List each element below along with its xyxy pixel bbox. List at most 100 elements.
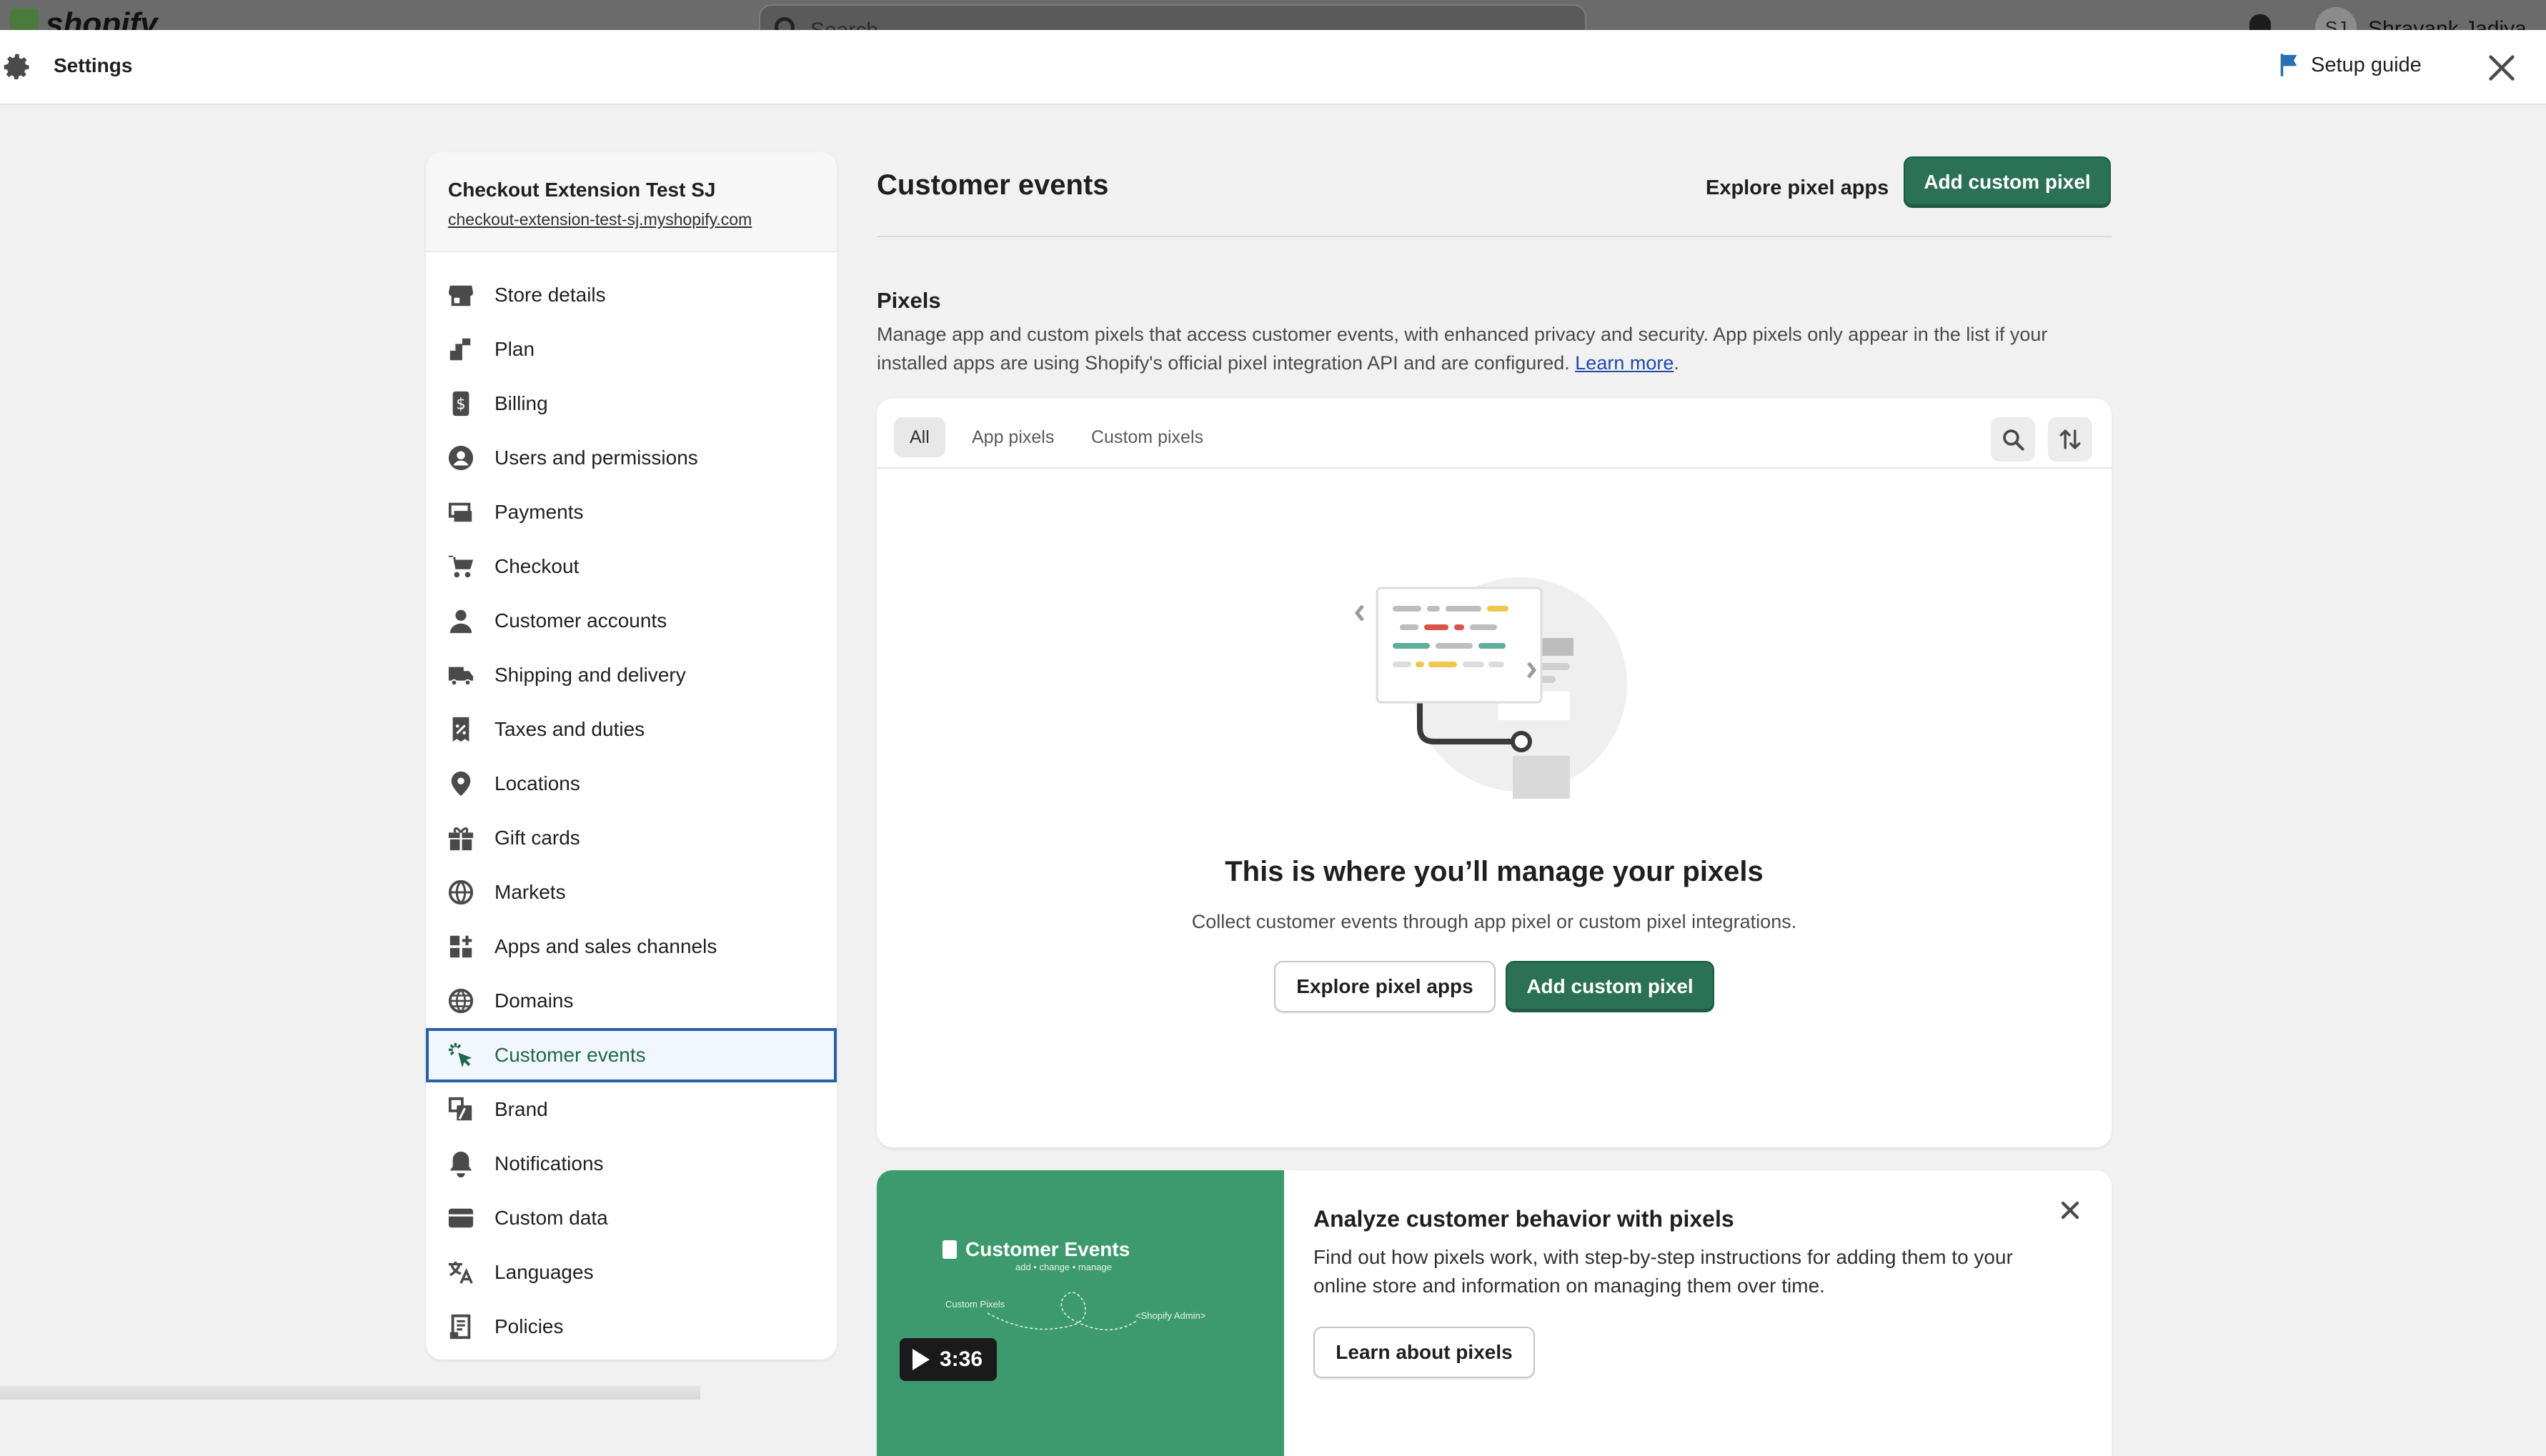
video-thumbnail[interactable]: Customer Events add • change • manage Cu…: [877, 1170, 1284, 1456]
shopify-topbar: shopify Search SJ Shravank Jadiya: [0, 0, 2546, 30]
empty-state-title: This is where you’ll manage your pixels: [1225, 856, 1764, 887]
learn-about-pixels-button[interactable]: Learn about pixels: [1313, 1327, 1535, 1378]
sidebar-item-checkout[interactable]: Checkout: [426, 539, 837, 594]
play-video-button[interactable]: 3:36: [900, 1338, 997, 1381]
store-domain-link[interactable]: checkout-extension-test-sj.myshopify.com: [448, 210, 837, 229]
sidebar-item-label: Billing: [494, 392, 548, 414]
sidebar-item-label: Plan: [494, 338, 535, 360]
tab-app-pixels[interactable]: App pixels: [956, 417, 1070, 457]
avatar[interactable]: SJ: [2315, 7, 2357, 30]
brand-icon: [447, 1096, 474, 1123]
search-filter-button[interactable]: [1991, 417, 2035, 462]
pixels-description-text: Manage app and custom pixels that access…: [877, 324, 2048, 374]
sidebar-item-domains[interactable]: Domains: [426, 974, 837, 1028]
document-icon: [447, 1313, 474, 1340]
sidebar-item-customer-accounts[interactable]: Customer accounts: [426, 594, 837, 648]
divider: [877, 236, 2112, 237]
credit-card-icon: [447, 499, 474, 526]
sidebar-item-label: Languages: [494, 1261, 594, 1283]
shopify-logo-text: shopify: [46, 6, 158, 30]
sidebar-item-label: Users and permissions: [494, 447, 698, 469]
search-placeholder: Search: [810, 19, 878, 30]
filter-bar: All App pixels Custom pixels: [877, 399, 2112, 469]
sidebar-item-users-and-permissions[interactable]: Users and permissions: [426, 431, 837, 485]
sidebar-item-label: Apps and sales channels: [494, 935, 717, 957]
pixels-empty-illustration: [1354, 577, 1627, 799]
sidebar-item-label: Customer accounts: [494, 609, 667, 632]
sidebar-item-payments[interactable]: Payments: [426, 485, 837, 539]
cursor-click-icon: [447, 1042, 474, 1069]
sidebar-item-label: Custom data: [494, 1207, 608, 1229]
sort-button[interactable]: [2048, 417, 2092, 462]
period: .: [1674, 352, 1679, 374]
user-circle-icon: [447, 444, 474, 472]
sidebar-item-apps-and-sales-channels[interactable]: Apps and sales channels: [426, 919, 837, 974]
shopify-logo[interactable]: shopify: [10, 6, 157, 30]
add-custom-pixel-button[interactable]: Add custom pixel: [1904, 156, 2111, 208]
markets-globe-icon: [447, 879, 474, 906]
sidebar-item-label: Checkout: [494, 555, 580, 577]
tab-custom-pixels[interactable]: Custom pixels: [1075, 417, 1219, 457]
sidebar-item-markets[interactable]: Markets: [426, 865, 837, 919]
sidebar-item-label: Taxes and duties: [494, 718, 645, 740]
sidebar-item-plan[interactable]: Plan: [426, 322, 837, 377]
sidebar-item-gift-cards[interactable]: Gift cards: [426, 811, 837, 865]
explore-pixel-apps-button[interactable]: Explore pixel apps: [1691, 168, 1903, 209]
video-label-right: <Shopify Admin>: [1135, 1310, 1206, 1321]
learn-more-link[interactable]: Learn more: [1575, 352, 1674, 374]
sidebar-item-taxes-and-duties[interactable]: Taxes and duties: [426, 702, 837, 757]
setup-guide-label: Setup guide: [2311, 53, 2422, 76]
page-title: Customer events: [877, 169, 1109, 201]
sidebar-item-locations[interactable]: Locations: [426, 757, 837, 811]
tab-all[interactable]: All: [894, 417, 945, 457]
svg-text:$: $: [456, 396, 465, 413]
sort-arrows-icon: [2059, 429, 2081, 449]
sidebar-item-label: Policies: [494, 1315, 564, 1337]
globe-icon: [447, 987, 474, 1014]
sidebar-item-label: Markets: [494, 881, 566, 903]
global-search-input[interactable]: Search: [759, 4, 1586, 30]
video-duration: 3:36: [940, 1347, 983, 1371]
user-name[interactable]: Shravank Jadiya: [2368, 17, 2527, 30]
bell-icon[interactable]: [2249, 14, 2271, 30]
gift-icon: [447, 824, 474, 852]
sidebar-item-shipping-and-delivery[interactable]: Shipping and delivery: [426, 648, 837, 702]
bell-icon: [447, 1150, 474, 1177]
store-icon: [447, 281, 474, 309]
close-icon[interactable]: [2485, 51, 2518, 84]
flag-icon: [2280, 54, 2297, 76]
person-icon: [447, 607, 474, 634]
promo-card: Customer Events add • change • manage Cu…: [877, 1170, 2112, 1456]
settings-nav: Checkout Extension Test SJ checkout-exte…: [426, 152, 837, 1360]
sidebar-item-billing[interactable]: $ Billing: [426, 377, 837, 431]
sidebar-item-store-details[interactable]: Store details: [426, 268, 837, 322]
sidebar-item-policies[interactable]: Policies: [426, 1300, 837, 1354]
truck-icon: [447, 662, 474, 689]
pixels-card: All App pixels Custom pixels This is whe…: [877, 399, 2112, 1147]
close-icon[interactable]: [2056, 1196, 2084, 1225]
gear-icon: [4, 54, 29, 80]
search-icon: [775, 17, 795, 30]
sidebar-item-label: Payments: [494, 501, 584, 523]
sidebar-item-brand[interactable]: Brand: [426, 1082, 837, 1137]
sidebar-item-languages[interactable]: Languages: [426, 1245, 837, 1300]
plan-icon: [447, 336, 474, 363]
sidebar-item-custom-data[interactable]: Custom data: [426, 1191, 837, 1245]
settings-title: Settings: [54, 54, 133, 76]
video-title: Customer Events: [965, 1238, 1130, 1260]
translate-icon: [447, 1259, 474, 1286]
pixels-description: Manage app and custom pixels that access…: [877, 320, 2112, 377]
sidebar-item-label: Gift cards: [494, 827, 580, 849]
sidebar-item-label: Notifications: [494, 1152, 604, 1175]
empty-explore-pixel-apps-button[interactable]: Explore pixel apps: [1274, 961, 1496, 1012]
settings-header: Settings Setup guide: [0, 30, 2546, 105]
sidebar-item-notifications[interactable]: Notifications: [426, 1137, 837, 1191]
setup-guide-button[interactable]: Setup guide: [2278, 53, 2422, 77]
cart-icon: [447, 553, 474, 580]
window-bottom-edge: [0, 1386, 700, 1400]
promo-title: Analyze customer behavior with pixels: [1313, 1206, 1734, 1232]
sidebar-item-customer-events[interactable]: Customer events: [426, 1028, 837, 1082]
empty-add-custom-pixel-button[interactable]: Add custom pixel: [1506, 961, 1714, 1012]
shopify-bag-icon: [943, 1240, 957, 1259]
video-subtitle: add • change • manage: [1015, 1262, 1112, 1272]
